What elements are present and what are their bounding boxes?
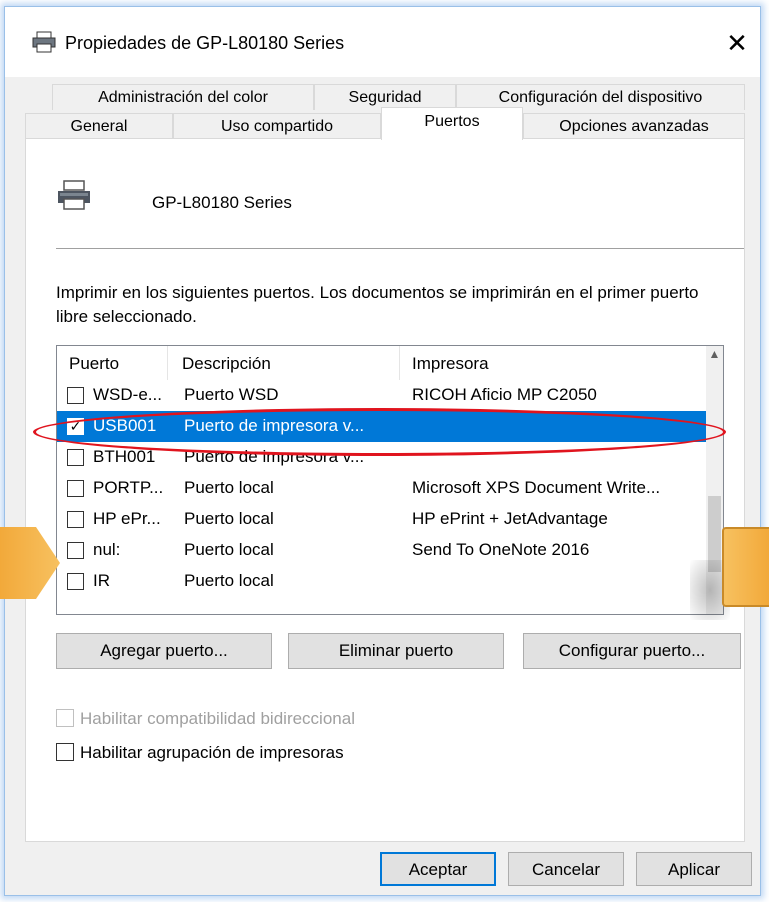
header-printer[interactable]: Impresora	[412, 354, 489, 374]
port-name: WSD-e...	[93, 385, 162, 404]
port-name: USB001	[93, 416, 157, 435]
port-description: Puerto local	[184, 509, 274, 528]
port-description: Puerto WSD	[184, 385, 279, 404]
table-row[interactable]: IR Puerto local	[57, 566, 707, 597]
port-name: HP ePr...	[93, 509, 161, 528]
port-printer: Send To OneNote 2016	[412, 540, 590, 559]
annotation-arrow-right	[722, 527, 769, 607]
port-printer: Microsoft XPS Document Write...	[412, 478, 661, 497]
delete-port-button[interactable]: Eliminar puerto	[288, 633, 504, 669]
tab-advanced-options[interactable]: Opciones avanzadas	[523, 113, 745, 139]
ports-list[interactable]: Puerto Descripción Impresora WSD-e... Pu…	[56, 345, 724, 615]
header-port[interactable]: Puerto	[69, 354, 119, 374]
table-row[interactable]: HP ePr... Puerto local HP ePrint + JetAd…	[57, 504, 707, 535]
port-description: Puerto local	[184, 478, 274, 497]
window-title: Propiedades de GP-L80180 Series	[65, 33, 345, 53]
printer-icon	[58, 180, 90, 210]
table-row[interactable]: WSD-e... Puerto WSD RICOH Aficio MP C205…	[57, 380, 707, 411]
tab-sharing[interactable]: Uso compartido	[173, 113, 381, 139]
tab-ports[interactable]: Puertos	[381, 107, 523, 140]
pooling-option[interactable]: Habilitar agrupación de impresoras	[56, 743, 344, 763]
properties-dialog: Propiedades de GP-L80180 Series ✕ Admini…	[4, 6, 761, 896]
port-checkbox[interactable]	[67, 573, 84, 590]
port-checkbox[interactable]: ✓	[67, 418, 84, 435]
port-description: Puerto local	[184, 540, 274, 559]
port-name: IR	[93, 571, 110, 590]
port-description: Puerto de impresora v...	[184, 447, 365, 466]
header-description[interactable]: Descripción	[182, 354, 271, 374]
printer-name: GP-L80180 Series	[152, 193, 292, 212]
configure-port-button[interactable]: Configurar puerto...	[523, 633, 741, 669]
table-row[interactable]: BTH001 Puerto de impresora v...	[57, 442, 707, 473]
cancel-button[interactable]: Cancelar	[508, 852, 624, 886]
port-checkbox[interactable]	[67, 480, 84, 497]
port-description: Puerto local	[184, 571, 274, 590]
pooling-checkbox[interactable]	[56, 743, 74, 761]
pooling-label: Habilitar agrupación de impresoras	[80, 743, 344, 762]
close-icon: ✕	[726, 28, 748, 58]
ports-description: Imprimir en los siguientes puertos. Los …	[56, 283, 699, 326]
port-printer: HP ePrint + JetAdvantage	[412, 509, 608, 528]
ok-button[interactable]: Aceptar	[380, 852, 496, 886]
table-row[interactable]: ✓ USB001 Puerto de impresora v...	[57, 411, 707, 442]
tab-color-management[interactable]: Administración del color	[52, 84, 314, 110]
apply-button[interactable]: Aplicar	[636, 852, 752, 886]
add-port-button[interactable]: Agregar puerto...	[56, 633, 272, 669]
port-description: Puerto de impresora v...	[184, 416, 365, 435]
port-name: PORTP...	[93, 478, 164, 497]
port-checkbox[interactable]	[67, 542, 84, 559]
port-printer: RICOH Aficio MP C2050	[412, 385, 597, 404]
ports-panel: GP-L80180 Series Imprimir en los siguien…	[25, 138, 745, 842]
bidirectional-label: Habilitar compatibilidad bidireccional	[80, 709, 355, 728]
tab-general[interactable]: General	[25, 113, 173, 139]
port-checkbox[interactable]	[67, 387, 84, 404]
bidirectional-checkbox	[56, 709, 74, 727]
bidirectional-option: Habilitar compatibilidad bidireccional	[56, 709, 355, 729]
table-row[interactable]: nul: Puerto local Send To OneNote 2016	[57, 535, 707, 566]
close-button[interactable]: ✕	[714, 25, 760, 61]
port-name: BTH001	[93, 447, 156, 466]
port-checkbox[interactable]	[67, 449, 84, 466]
table-row[interactable]: PORTP... Puerto local Microsoft XPS Docu…	[57, 473, 707, 504]
printer-icon	[32, 31, 56, 53]
port-checkbox[interactable]	[67, 511, 84, 528]
port-name: nul:	[93, 540, 121, 559]
separator	[56, 248, 744, 249]
title-bar: Propiedades de GP-L80180 Series ✕	[5, 7, 760, 77]
chevron-up-icon[interactable]: ▲	[706, 346, 723, 363]
list-header: Puerto Descripción Impresora	[57, 346, 723, 380]
